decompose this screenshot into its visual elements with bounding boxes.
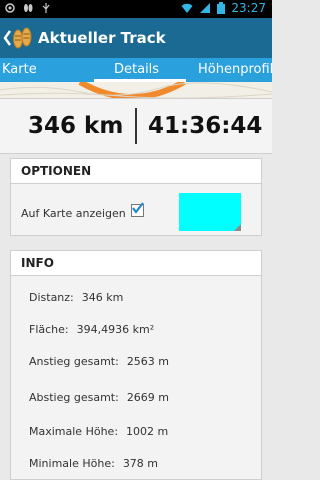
tab-bar: Karte Details Höhenprofil <box>0 58 272 82</box>
info-value: 378 m <box>122 457 159 470</box>
options-header: OPTIONEN <box>11 159 261 184</box>
info-title: INFO <box>21 256 54 270</box>
info-row-descent: Abstieg gesamt: 2669 m <box>29 391 169 404</box>
options-title: OPTIONEN <box>21 164 92 178</box>
show-on-map-label: Auf Karte anzeigen <box>21 207 126 220</box>
info-row-ascent: Anstieg gesamt: 2563 m <box>29 355 169 368</box>
info-value: 2563 m <box>126 355 170 368</box>
total-duration: 41:36:44 <box>148 113 263 139</box>
location-icon <box>5 3 15 13</box>
status-right-icons: 23:27 <box>181 1 266 15</box>
info-card: INFO Distanz: 346 km Fläche: 394,4936 km² … <box>10 250 262 480</box>
info-value: 394,4936 km² <box>76 323 155 336</box>
track-color-picker[interactable] <box>179 193 241 231</box>
usb-icon <box>42 3 50 13</box>
footprints-logo-icon[interactable] <box>11 26 33 50</box>
checkmark-icon <box>132 202 144 214</box>
total-distance: 346 km <box>28 113 124 139</box>
options-card: OPTIONEN Auf Karte anzeigen <box>10 158 262 236</box>
wifi-icon <box>181 3 193 13</box>
info-label: Distanz: <box>29 291 74 304</box>
signal-icon <box>200 3 211 13</box>
color-picker-corner-icon <box>234 224 241 231</box>
track-summary: 346 km 41:36:44 <box>0 98 272 154</box>
info-label: Anstieg gesamt: <box>29 355 119 368</box>
map-preview-strip <box>0 82 272 98</box>
status-left-icons <box>4 2 52 14</box>
info-label: Minimale Höhe: <box>29 457 115 470</box>
tab-hoehenprofil[interactable]: Höhenprofil <box>198 62 272 77</box>
map-track-graphic <box>0 82 272 98</box>
footprints-icon <box>24 4 33 12</box>
info-row-area: Fläche: 394,4936 km² <box>29 323 154 336</box>
info-label: Maximale Höhe: <box>29 425 119 438</box>
tab-details[interactable]: Details <box>114 62 159 77</box>
battery-icon <box>217 2 226 14</box>
status-bar: 23:27 <box>0 0 272 18</box>
info-value: 1002 m <box>126 425 169 438</box>
status-time: 23:27 <box>231 1 266 15</box>
info-row-min-elevation: Minimale Höhe: 378 m <box>29 457 158 470</box>
show-on-map-checkbox[interactable] <box>131 202 144 217</box>
info-value: 346 km <box>81 291 124 304</box>
info-value: 2669 m <box>126 391 170 404</box>
info-label: Abstieg gesamt: <box>29 391 119 404</box>
tab-karte[interactable]: Karte <box>2 62 37 77</box>
action-bar: Aktueller Track <box>0 18 272 58</box>
stats-divider <box>135 108 137 144</box>
info-label: Fläche: <box>29 323 69 336</box>
info-row-max-elevation: Maximale Höhe: 1002 m <box>29 425 168 438</box>
info-row-distance: Distanz: 346 km <box>29 291 123 304</box>
info-header: INFO <box>11 251 261 276</box>
screen-title: Aktueller Track <box>38 29 166 47</box>
